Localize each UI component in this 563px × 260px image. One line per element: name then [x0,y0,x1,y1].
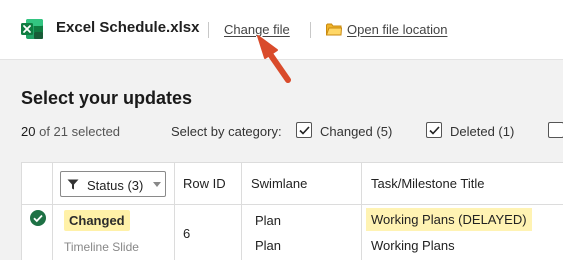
excel-icon [21,19,43,39]
title-old-value: Working Plans [371,238,455,253]
column-divider [361,163,362,260]
title-new-value: Working Plans (DELAYED) [366,208,532,231]
row-id-cell: 6 [183,226,191,241]
swimlane-old-value: Plan [255,238,282,253]
selected-check-icon[interactable] [30,210,46,226]
changed-checkbox[interactable] [296,122,312,138]
status-badge: Changed [64,210,130,231]
column-divider [174,163,175,260]
updates-table: Status (3) Row ID Swimlane Task/Mileston… [21,162,563,260]
page-title: Select your updates [21,88,193,108]
selection-count: 20 of 21 selected [21,124,120,139]
status-subtext: Timeline Slide [64,240,139,254]
selected-number: 20 [21,124,36,139]
filter-icon [67,179,79,190]
status-filter-label: Status (3) [87,178,144,193]
file-name: Excel Schedule.xlsx [56,19,200,36]
column-divider [52,163,53,260]
status-filter-dropdown[interactable]: Status (3) [60,171,166,197]
column-divider [241,163,242,260]
pointer-arrow-icon [257,35,291,83]
changed-category-label[interactable]: Changed (5) [320,124,392,139]
column-header-title[interactable]: Task/Milestone Title [371,176,484,191]
category-label: Select by category: [171,124,282,139]
chevron-down-icon [153,182,161,187]
column-header-row-id[interactable]: Row ID [183,176,226,191]
folder-icon[interactable] [326,23,342,36]
new-category-checkbox[interactable] [548,122,563,138]
divider [208,22,209,38]
deleted-checkbox[interactable] [426,122,442,138]
selected-suffix: of 21 selected [39,124,121,139]
column-header-swimlane[interactable]: Swimlane [251,176,307,191]
open-file-location-link[interactable]: Open file location [347,22,447,37]
deleted-category-label[interactable]: Deleted (1) [450,124,514,139]
swimlane-new-value: Plan [255,213,282,228]
divider [310,22,311,38]
